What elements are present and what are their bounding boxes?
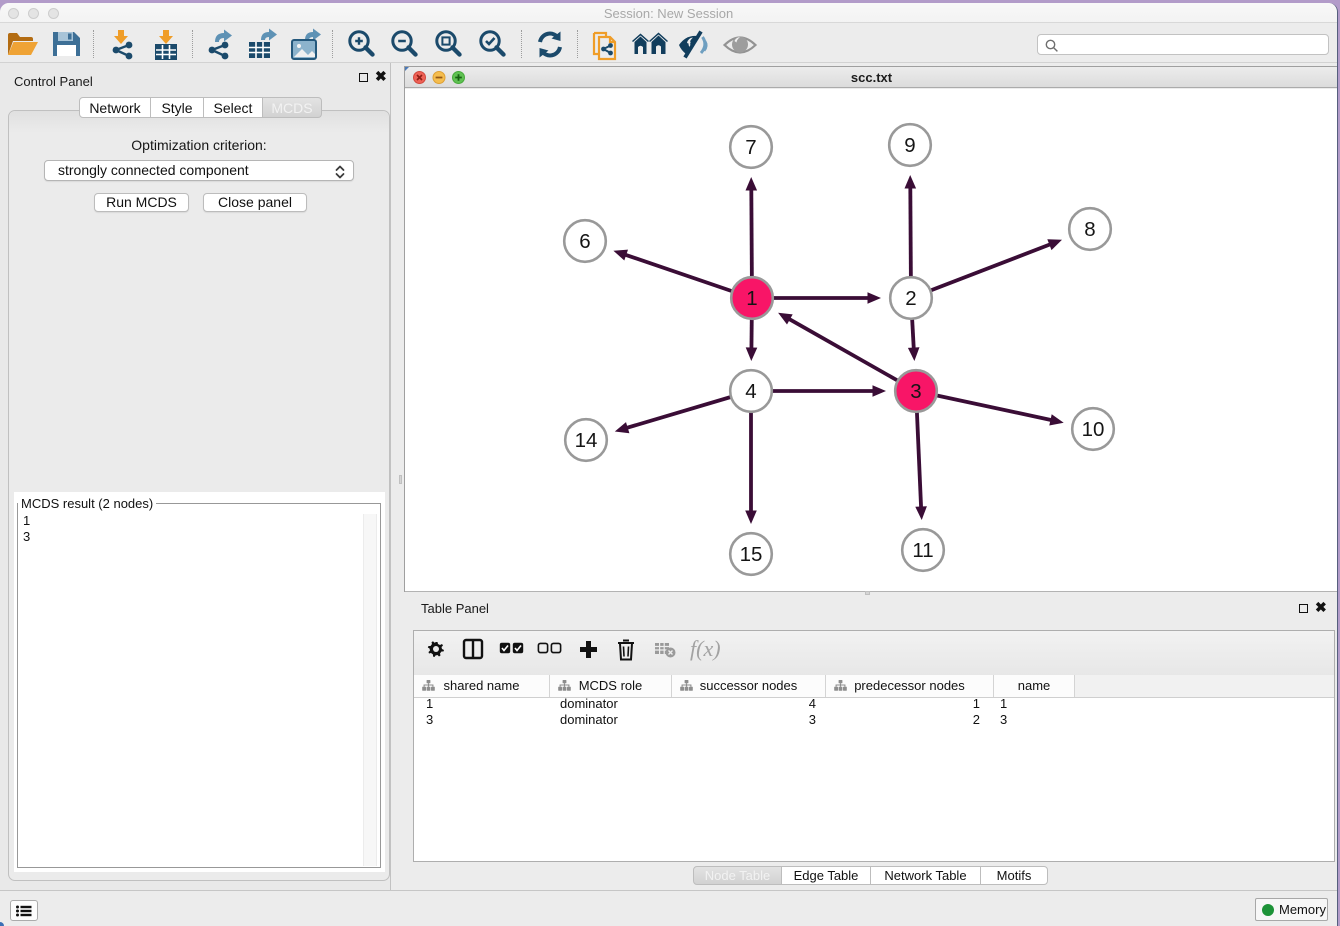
svg-text:4: 4 — [745, 380, 756, 403]
svg-text:10: 10 — [1082, 418, 1105, 441]
svg-text:11: 11 — [912, 539, 933, 562]
svg-text:7: 7 — [745, 136, 756, 159]
svg-text:1: 1 — [746, 287, 757, 310]
svg-text:2: 2 — [905, 287, 916, 310]
svg-text:14: 14 — [575, 429, 598, 452]
svg-text:9: 9 — [904, 134, 915, 157]
svg-text:15: 15 — [740, 543, 763, 566]
svg-text:8: 8 — [1084, 218, 1095, 241]
svg-text:3: 3 — [910, 380, 921, 403]
svg-text:6: 6 — [579, 230, 590, 253]
